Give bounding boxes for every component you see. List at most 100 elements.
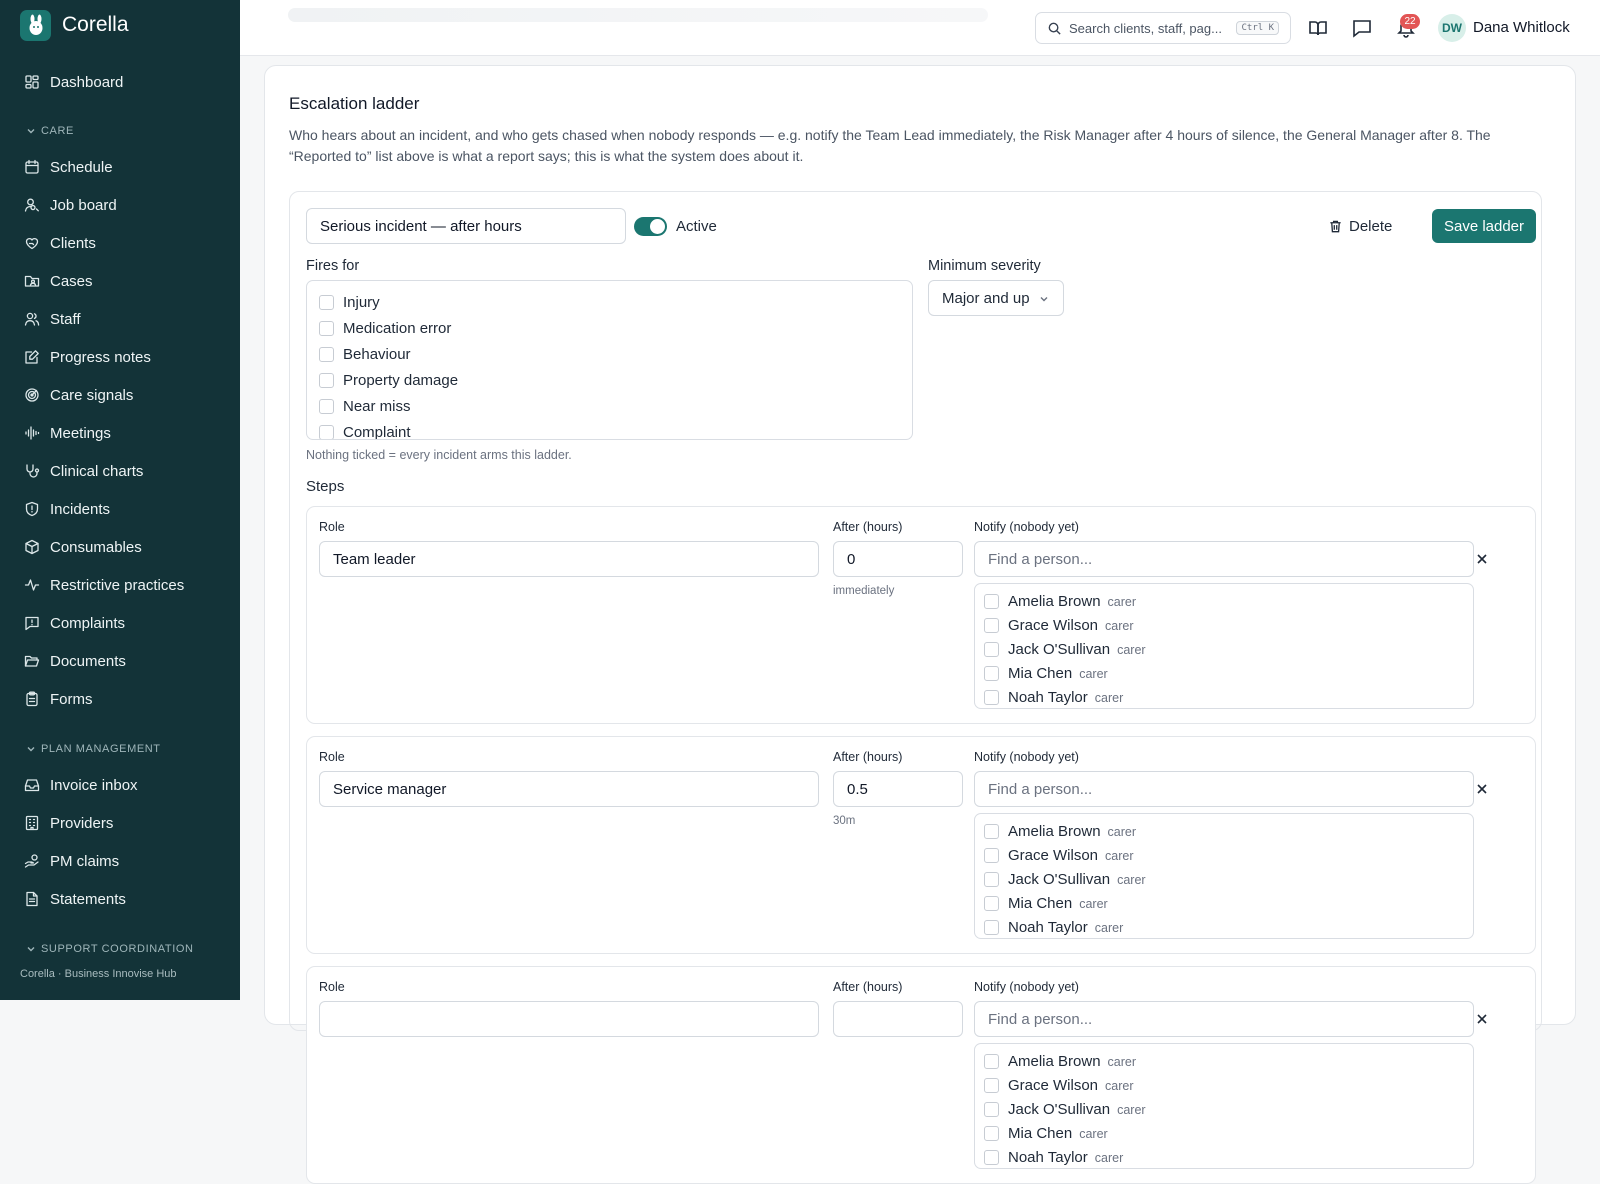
checkbox[interactable] <box>984 1078 999 1093</box>
book-open-icon[interactable] <box>1307 17 1329 39</box>
checkbox[interactable] <box>984 1150 999 1165</box>
checkbox[interactable] <box>984 594 999 609</box>
sidebar-item-documents[interactable]: Documents <box>24 649 126 673</box>
save-ladder-button[interactable]: Save ladder <box>1432 209 1536 243</box>
role-input[interactable] <box>319 1001 819 1037</box>
person-option[interactable]: Jack O'Sullivan carer <box>984 641 1146 658</box>
checkbox[interactable] <box>984 618 999 633</box>
person-option[interactable]: Noah Taylor carer <box>984 919 1123 936</box>
checkbox[interactable] <box>984 872 999 887</box>
sidebar-item-care-signals[interactable]: Care signals <box>24 383 133 407</box>
sidebar-item-meetings[interactable]: Meetings <box>24 421 111 445</box>
incident-type-label: Behaviour <box>343 346 411 363</box>
person-option[interactable]: Grace Wilson carer <box>984 617 1134 634</box>
remove-step-button[interactable] <box>1474 551 1490 567</box>
sidebar-item-consumables[interactable]: Consumables <box>24 535 142 559</box>
message-icon[interactable] <box>1351 17 1373 39</box>
role-input[interactable] <box>319 541 819 577</box>
find-person-input[interactable] <box>974 1001 1474 1037</box>
incident-type-option[interactable]: Near miss <box>319 398 411 415</box>
escalation-ladder-card: Escalation ladder Who hears about an inc… <box>264 65 1576 1184</box>
checkbox[interactable] <box>319 321 334 336</box>
person-list[interactable]: Amelia Brown carer Grace Wilson carer Jack O… <box>974 813 1474 939</box>
min-severity-select[interactable]: Major and up <box>928 280 1064 316</box>
incident-type-list[interactable]: Injury Medication error Behaviour Property … <box>306 280 913 440</box>
sidebar-item-invoice-inbox[interactable]: Invoice inbox <box>24 773 138 797</box>
ladder-name-input[interactable] <box>306 208 626 244</box>
dashboard-icon <box>25 75 39 89</box>
checkbox[interactable] <box>984 848 999 863</box>
sidebar-item-job-board[interactable]: Job board <box>24 193 117 217</box>
checkbox[interactable] <box>984 1054 999 1069</box>
sidebar-item-dashboard[interactable]: Dashboard <box>24 70 123 94</box>
person-option[interactable]: Jack O'Sullivan carer <box>984 871 1146 888</box>
after-hours-input[interactable] <box>833 541 963 577</box>
sidebar-item-label: Forms <box>50 690 93 708</box>
person-option[interactable]: Amelia Brown carer <box>984 593 1136 610</box>
person-list[interactable]: Amelia Brown carer Grace Wilson carer Jack O… <box>974 1043 1474 1169</box>
sidebar-item-clients[interactable]: Clients <box>24 231 96 255</box>
search-icon <box>1048 22 1061 35</box>
person-option[interactable]: Amelia Brown carer <box>984 823 1136 840</box>
checkbox[interactable] <box>319 399 334 414</box>
person-option[interactable]: Noah Taylor carer <box>984 1149 1123 1166</box>
blurred-breadcrumb <box>288 8 988 22</box>
remove-step-button[interactable] <box>1474 1011 1490 1027</box>
after-hours-input[interactable] <box>833 771 963 807</box>
person-option[interactable]: Amelia Brown carer <box>984 1053 1136 1070</box>
role-label: Role <box>319 520 345 534</box>
nav-section-care[interactable]: CARE <box>26 125 74 137</box>
incident-type-option[interactable]: Property damage <box>319 372 458 389</box>
sidebar-item-progress-notes[interactable]: Progress notes <box>24 345 151 369</box>
delete-button[interactable]: Delete <box>1328 214 1392 238</box>
checkbox[interactable] <box>984 920 999 935</box>
person-option[interactable]: Grace Wilson carer <box>984 1077 1134 1094</box>
sidebar-item-incidents[interactable]: Incidents <box>24 497 110 521</box>
active-toggle[interactable] <box>634 217 667 236</box>
checkbox[interactable] <box>319 347 334 362</box>
nav-section-support-coordination[interactable]: SUPPORT COORDINATION <box>26 943 194 955</box>
person-option[interactable]: Mia Chen carer <box>984 665 1108 682</box>
user-name[interactable]: Dana Whitlock <box>1473 19 1570 36</box>
checkbox[interactable] <box>984 666 999 681</box>
sidebar-item-clinical-charts[interactable]: Clinical charts <box>24 459 143 483</box>
checkbox[interactable] <box>984 1126 999 1141</box>
sidebar-item-complaints[interactable]: Complaints <box>24 611 125 635</box>
find-person-input[interactable] <box>974 541 1474 577</box>
sidebar-item-providers[interactable]: Providers <box>24 811 113 835</box>
person-option[interactable]: Mia Chen carer <box>984 895 1108 912</box>
checkbox[interactable] <box>984 896 999 911</box>
after-hours-input[interactable] <box>833 1001 963 1037</box>
global-search[interactable]: Search clients, staff, pag... Ctrl K <box>1035 12 1291 44</box>
incident-type-option[interactable]: Injury <box>319 294 380 311</box>
sidebar-item-pm-claims[interactable]: PM claims <box>24 849 119 873</box>
sidebar-item-statements[interactable]: Statements <box>24 887 126 911</box>
checkbox[interactable] <box>984 1102 999 1117</box>
checkbox[interactable] <box>319 425 334 439</box>
sidebar-item-staff[interactable]: Staff <box>24 307 81 331</box>
remove-step-button[interactable] <box>1474 781 1490 797</box>
brand[interactable]: Corella <box>0 0 240 50</box>
checkbox[interactable] <box>319 373 334 388</box>
incident-type-option[interactable]: Medication error <box>319 320 451 337</box>
person-option[interactable]: Noah Taylor carer <box>984 689 1123 706</box>
sidebar-item-forms[interactable]: Forms <box>24 687 93 711</box>
checkbox[interactable] <box>984 642 999 657</box>
person-option[interactable]: Grace Wilson carer <box>984 847 1134 864</box>
incident-type-option[interactable]: Complaint <box>319 424 411 439</box>
checkbox[interactable] <box>319 295 334 310</box>
sidebar-item-label: Cases <box>50 272 93 290</box>
checkbox[interactable] <box>984 690 999 705</box>
checkbox[interactable] <box>984 824 999 839</box>
person-option[interactable]: Jack O'Sullivan carer <box>984 1101 1146 1118</box>
person-list[interactable]: Amelia Brown carer Grace Wilson carer Jack O… <box>974 583 1474 709</box>
nav-section-plan-management[interactable]: PLAN MANAGEMENT <box>26 743 161 755</box>
find-person-input[interactable] <box>974 771 1474 807</box>
sidebar-item-cases[interactable]: Cases <box>24 269 93 293</box>
incident-type-option[interactable]: Behaviour <box>319 346 411 363</box>
role-input[interactable] <box>319 771 819 807</box>
sidebar-item-schedule[interactable]: Schedule <box>24 155 113 179</box>
person-option[interactable]: Mia Chen carer <box>984 1125 1108 1142</box>
sidebar-item-restrictive-practices[interactable]: Restrictive practices <box>24 573 184 597</box>
avatar[interactable]: DW <box>1438 14 1466 42</box>
